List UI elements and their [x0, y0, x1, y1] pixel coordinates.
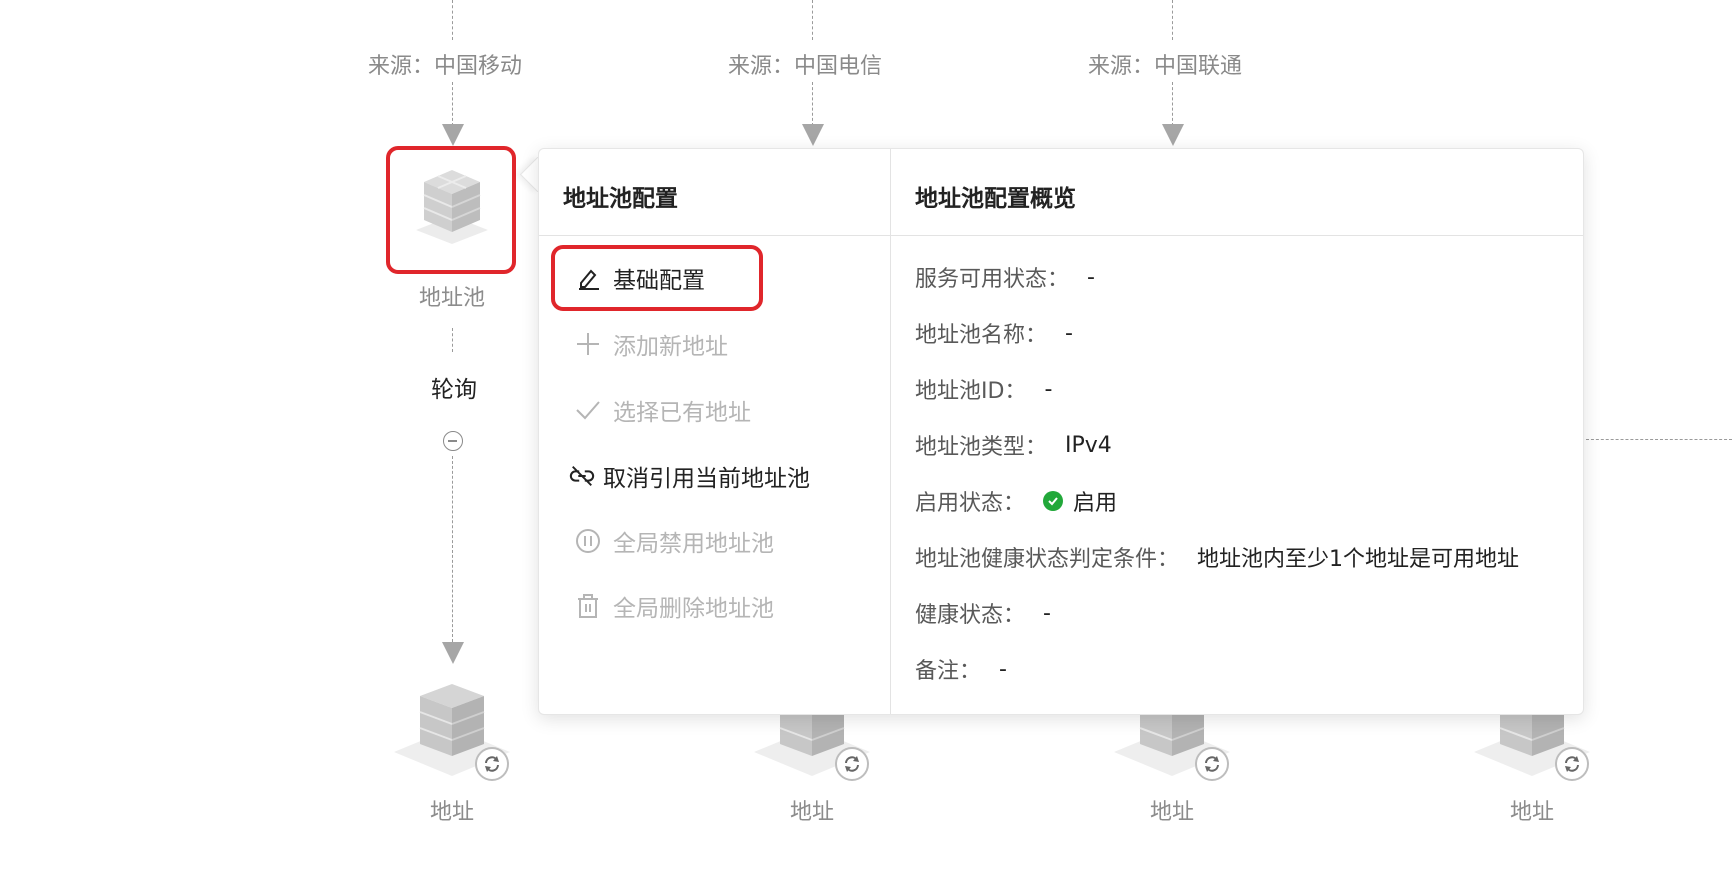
menu-item-label: 全局删除地址池 — [613, 596, 774, 622]
address-pool-label: 地址池 — [418, 286, 485, 311]
refresh-icon[interactable] — [835, 747, 869, 781]
flow-line-source-3-top — [1172, 0, 1173, 40]
overview-value: 启用 — [1073, 491, 1118, 516]
arrow-down-icon — [442, 642, 464, 664]
flow-line-source-3 — [1172, 82, 1173, 126]
overview-value: - — [1043, 600, 1051, 626]
arrow-down-icon — [442, 124, 464, 146]
arrow-down-icon — [1162, 124, 1184, 146]
menu-item-label: 全局禁用地址池 — [613, 531, 774, 557]
flow-line-source-2 — [812, 82, 813, 126]
flow-line-source-1 — [452, 82, 453, 126]
overview-health-condition: 地址池健康状态判定条件： 地址池内至少1个地址是可用地址 — [915, 541, 1519, 573]
source-label-telecom: 来源：中国电信 — [728, 54, 883, 79]
address-label: 地址 — [789, 800, 834, 825]
overview-key: 健康状态： — [915, 603, 1026, 628]
flow-line-pool-poll — [452, 328, 453, 352]
check-circle-icon — [1043, 491, 1064, 511]
refresh-icon[interactable] — [475, 747, 509, 781]
refresh-icon[interactable] — [1195, 747, 1229, 781]
overview-pool-name: 地址池名称： - — [915, 317, 1073, 349]
flow-line-poll-address — [452, 456, 453, 642]
check-icon — [575, 397, 601, 423]
popover-header-divider — [539, 235, 1583, 236]
collapse-minus-icon[interactable] — [443, 431, 463, 451]
arrow-down-icon — [802, 124, 824, 146]
popover-column-divider — [890, 149, 891, 714]
address-pool-config-popover: 地址池配置 地址池配置概览 基础配置 添加新地址 选择已有地址 取消引用当前地址… — [538, 148, 1584, 715]
overview-key: 备注： — [915, 659, 982, 684]
flow-line-source-1-top — [452, 0, 453, 40]
overview-key: 地址池健康状态判定条件： — [915, 547, 1180, 572]
overview-health-status: 健康状态： - — [915, 597, 1051, 629]
overview-key: 启用状态： — [915, 491, 1026, 516]
overview-remark: 备注： - — [915, 653, 1007, 685]
overview-value: 地址池内至少1个地址是可用地址 — [1197, 547, 1520, 572]
menu-title: 地址池配置 — [563, 186, 678, 212]
address-pool-cube-icon — [416, 170, 488, 244]
source-label-mobile: 来源：中国移动 — [368, 54, 523, 79]
overview-value: IPv4 — [1065, 432, 1112, 458]
address-pool-node[interactable] — [386, 146, 516, 274]
overview-service-availability: 服务可用状态： - — [915, 261, 1095, 293]
trash-icon — [575, 593, 601, 619]
source-label-unicom: 来源：中国联通 — [1088, 54, 1243, 79]
overview-pool-id: 地址池ID： - — [915, 373, 1052, 405]
refresh-icon[interactable] — [1555, 747, 1589, 781]
menu-item-global-disable[interactable]: 全局禁用地址池 — [575, 521, 774, 561]
menu-item-unlink-pool[interactable]: 取消引用当前地址池 — [569, 456, 810, 496]
address-label: 地址 — [1149, 800, 1194, 825]
overview-value: - — [1065, 320, 1073, 346]
address-node[interactable] — [392, 678, 512, 788]
edit-icon — [575, 265, 601, 291]
overview-key: 地址池类型： — [915, 435, 1048, 460]
menu-item-add-address[interactable]: 添加新地址 — [575, 324, 728, 364]
address-label: 地址 — [429, 800, 474, 825]
overview-value: - — [1087, 264, 1095, 290]
overview-value: - — [999, 656, 1007, 682]
overview-key: 地址池ID： — [915, 379, 1027, 404]
overview-value: - — [1044, 376, 1053, 402]
menu-item-label: 基础配置 — [613, 268, 705, 294]
plus-icon — [575, 331, 601, 357]
flow-line-source-2-top — [812, 0, 813, 40]
overview-title: 地址池配置概览 — [915, 186, 1076, 212]
overview-key: 服务可用状态： — [915, 267, 1070, 292]
overview-key: 地址池名称： — [915, 323, 1048, 348]
unlink-icon — [569, 463, 595, 489]
menu-item-label: 取消引用当前地址池 — [603, 466, 810, 492]
menu-item-label: 添加新地址 — [613, 334, 728, 360]
overview-enable-status: 启用状态： 启用 — [915, 485, 1117, 517]
address-label: 地址 — [1509, 800, 1554, 825]
pause-circle-icon — [575, 528, 601, 554]
menu-item-basic-config[interactable]: 基础配置 — [575, 258, 705, 298]
menu-item-select-existing-address[interactable]: 选择已有地址 — [575, 390, 751, 430]
menu-item-label: 选择已有地址 — [613, 400, 751, 426]
flow-line-right — [1586, 439, 1732, 440]
poll-strategy-label: 轮询 — [431, 377, 477, 403]
overview-value-wrap: 启用 — [1043, 485, 1117, 517]
menu-item-global-delete[interactable]: 全局删除地址池 — [575, 586, 774, 626]
overview-pool-type: 地址池类型： IPv4 — [915, 429, 1112, 461]
